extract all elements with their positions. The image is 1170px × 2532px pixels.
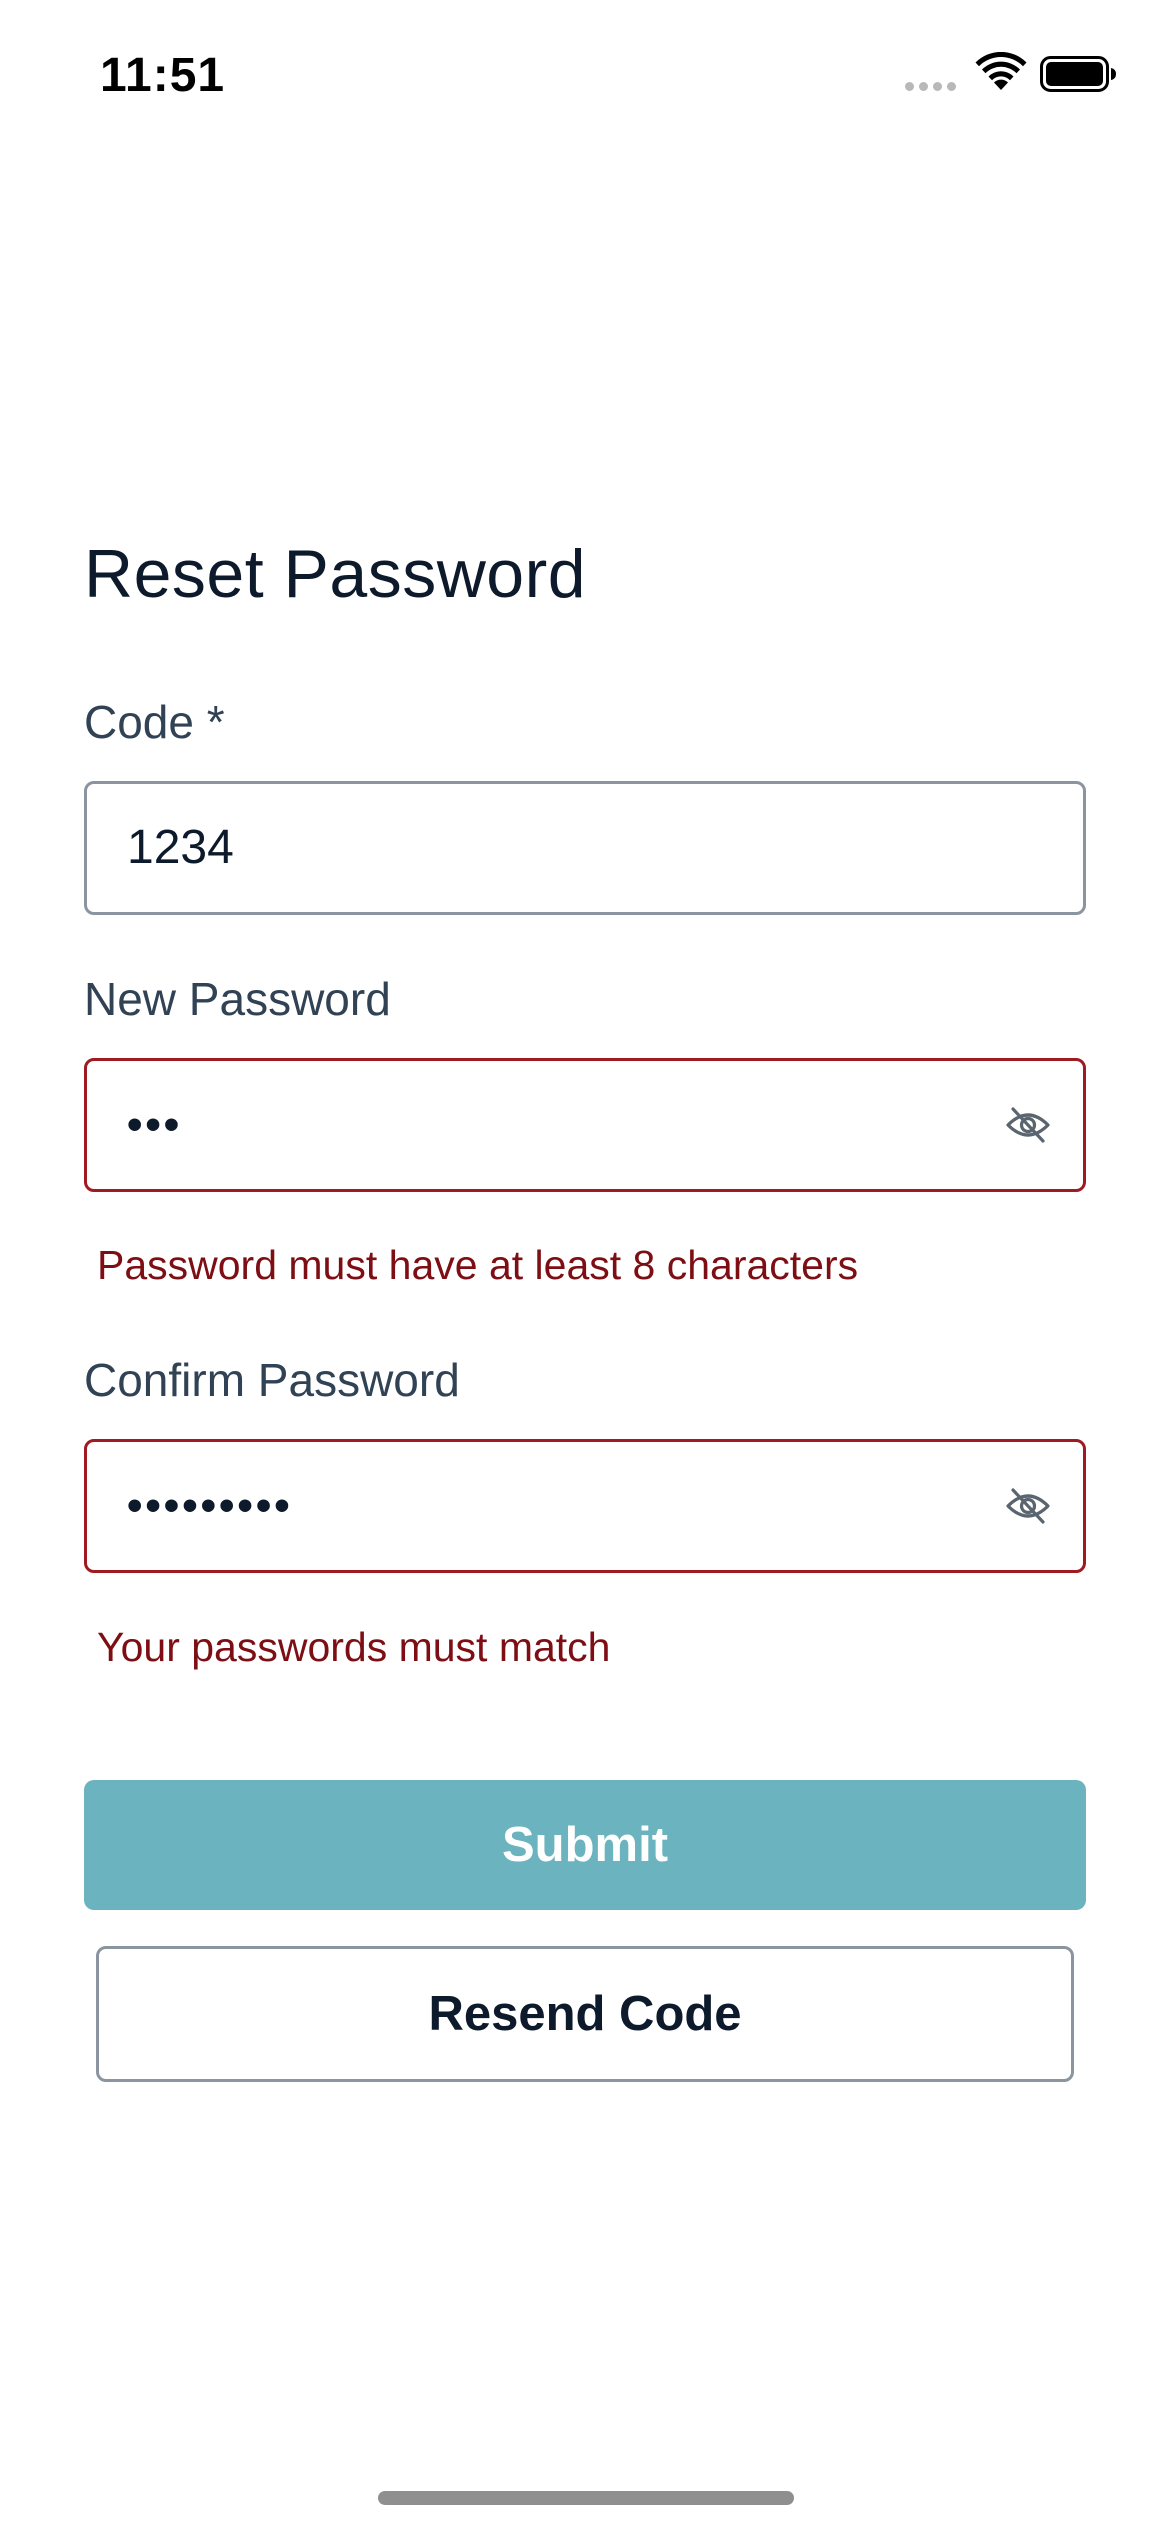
code-label: Code * xyxy=(84,696,225,748)
home-indicator[interactable] xyxy=(378,2491,794,2505)
eye-off-icon[interactable] xyxy=(997,1475,1059,1537)
new-password-label: New Password xyxy=(84,973,391,1025)
status-bar: 11:51 xyxy=(0,0,1170,150)
resend-code-button[interactable]: Resend Code xyxy=(96,1946,1074,2082)
confirm-password-error: Your passwords must match xyxy=(97,1624,611,1670)
new-password-error: Password must have at least 8 characters xyxy=(97,1242,859,1288)
confirm-password-input[interactable]: ••••••••• xyxy=(84,1439,1086,1573)
code-input-value: 1234 xyxy=(127,821,234,874)
status-time: 11:51 xyxy=(100,49,226,102)
cellular-signal-icon xyxy=(905,82,956,91)
battery-icon xyxy=(1040,56,1116,92)
confirm-password-input-value: ••••••••• xyxy=(127,1481,293,1530)
code-input[interactable]: 1234 xyxy=(84,781,1086,915)
eye-off-icon[interactable] xyxy=(997,1094,1059,1156)
new-password-input-value: ••• xyxy=(127,1100,183,1149)
submit-button[interactable]: Submit xyxy=(84,1780,1086,1910)
wifi-icon xyxy=(975,52,1027,90)
confirm-password-label: Confirm Password xyxy=(84,1354,460,1406)
new-password-input[interactable]: ••• xyxy=(84,1058,1086,1192)
page-title: Reset Password xyxy=(84,536,587,612)
